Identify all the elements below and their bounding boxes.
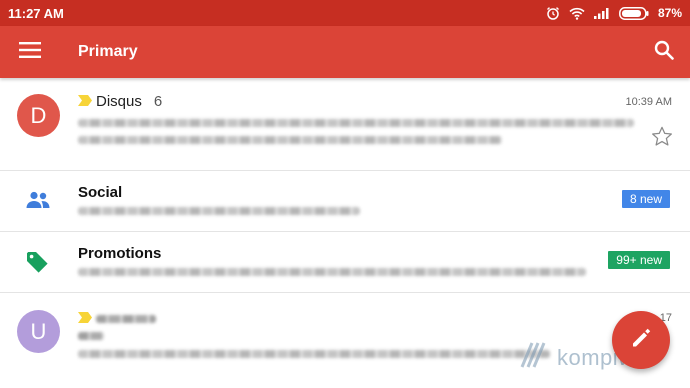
avatar-letter: D bbox=[30, 102, 47, 128]
category-row-social[interactable]: Social 8 new bbox=[0, 171, 690, 232]
new-count-badge: 99+ new bbox=[608, 251, 670, 269]
category-senders-blurred bbox=[78, 207, 360, 215]
status-icons: 87% bbox=[546, 6, 682, 20]
compose-button[interactable] bbox=[612, 311, 670, 369]
status-time: 11:27 AM bbox=[8, 5, 64, 21]
category-row-promotions[interactable]: Promotions 99+ new bbox=[0, 232, 690, 293]
menu-button[interactable] bbox=[0, 26, 60, 78]
star-button[interactable] bbox=[651, 126, 673, 152]
sender-name-blurred bbox=[96, 314, 156, 323]
app-bar: Primary bbox=[0, 26, 690, 78]
sender-line bbox=[78, 310, 156, 327]
search-button[interactable] bbox=[638, 26, 690, 78]
tag-icon bbox=[26, 251, 49, 279]
email-snippet-blurred bbox=[78, 136, 502, 144]
signal-icon bbox=[593, 7, 610, 19]
sender-name: Disqus bbox=[96, 93, 142, 110]
email-subject-blurred bbox=[78, 119, 634, 127]
alarm-icon bbox=[546, 6, 560, 20]
search-icon bbox=[654, 40, 674, 65]
importance-marker-icon bbox=[78, 310, 92, 327]
category-title: Promotions bbox=[78, 245, 162, 262]
watermark-logo-icon bbox=[514, 339, 554, 376]
battery-icon bbox=[619, 6, 649, 20]
avatar[interactable]: D bbox=[17, 94, 60, 137]
email-row-disqus[interactable]: D Disqus 6 10:39 AM bbox=[0, 78, 690, 171]
category-senders-blurred bbox=[78, 268, 586, 276]
star-icon bbox=[651, 126, 673, 151]
email-subject-blurred bbox=[78, 332, 104, 340]
status-bar: 11:27 AM 87% bbox=[0, 0, 690, 26]
thread-count: 6 bbox=[153, 93, 163, 110]
pencil-icon bbox=[630, 327, 652, 354]
battery-percent: 87% bbox=[657, 6, 682, 20]
sender-line: Disqus 6 bbox=[78, 93, 162, 110]
importance-marker-icon bbox=[78, 93, 92, 110]
menu-icon bbox=[19, 41, 41, 63]
people-icon bbox=[26, 191, 50, 214]
avatar-letter: U bbox=[30, 318, 47, 344]
avatar[interactable]: U bbox=[17, 310, 60, 353]
wifi-icon bbox=[569, 7, 585, 20]
new-count-badge: 8 new bbox=[621, 190, 670, 208]
category-title: Social bbox=[78, 184, 123, 201]
email-snippet-blurred bbox=[78, 350, 550, 358]
page-title: Primary bbox=[78, 43, 138, 60]
email-time: 10:39 AM bbox=[625, 96, 672, 108]
